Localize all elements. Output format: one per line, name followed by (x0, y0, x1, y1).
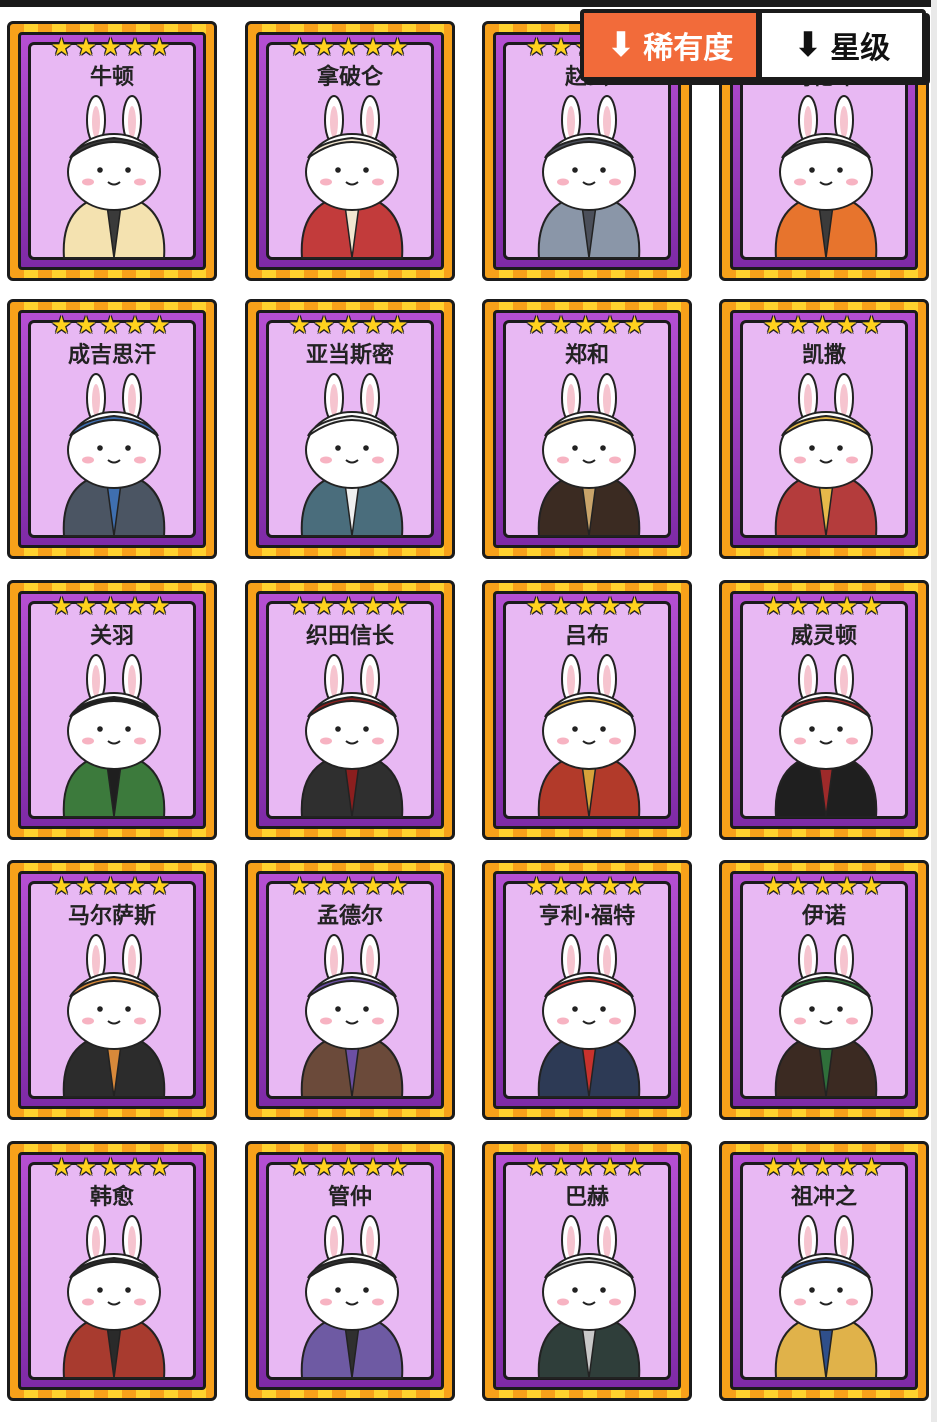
card-name: 伊诺 (801, 904, 846, 929)
sort-bar: ⬇ 稀有度 ⬇ 星级 (580, 9, 934, 83)
character-portrait (300, 1215, 404, 1379)
star-rating: ★★★★★ (50, 592, 174, 620)
character-portrait (537, 654, 641, 818)
character-card[interactable]: ★★★★★ 威灵顿 (719, 580, 929, 840)
star-rating: ★★★★★ (288, 311, 412, 339)
star-rating: ★★★★★ (525, 592, 649, 620)
character-portrait (62, 95, 166, 259)
character-card[interactable]: ★★★★★ 亨利·福特 (482, 860, 692, 1120)
character-portrait (537, 934, 641, 1098)
card-name: 亚当斯密 (305, 343, 394, 368)
star-rating: ★★★★★ (288, 592, 412, 620)
card-name: 牛顿 (89, 65, 134, 90)
character-portrait (300, 373, 404, 537)
arrow-down-icon: ⬇ (793, 25, 823, 65)
star-rating: ★★★★★ (525, 311, 649, 339)
card-name: 马尔萨斯 (67, 904, 156, 929)
character-portrait (300, 934, 404, 1098)
character-card[interactable]: ★★★★★ 孟德尔 (245, 860, 455, 1120)
card-name: 韩愈 (89, 1185, 134, 1210)
sort-star-button[interactable]: ⬇ 星级 (758, 9, 926, 81)
character-card[interactable]: ★★★★★ 成吉思汗 (7, 299, 217, 559)
character-portrait (300, 654, 404, 818)
character-portrait (774, 373, 878, 537)
character-portrait (774, 1215, 878, 1379)
character-card[interactable]: ★★★★★ 祖冲之 (719, 1141, 929, 1401)
card-name: 成吉思汗 (67, 343, 156, 368)
sort-star-label: 星级 (830, 31, 891, 66)
character-card[interactable]: ★★★★★ 巴赫 (482, 1141, 692, 1401)
star-rating: ★★★★★ (762, 1153, 886, 1181)
sort-rarity-label: 稀有度 (643, 31, 734, 66)
card-grid: ★★★★★牛顿★★★★★拿破仑★★★★★赵云★★★★★哥伦布★★★★★成吉思汗★… (0, 0, 937, 1422)
character-portrait (537, 373, 641, 537)
star-rating: ★★★★★ (50, 1153, 174, 1181)
star-rating: ★★★★★ (50, 311, 174, 339)
character-portrait (537, 95, 641, 259)
character-card[interactable]: ★★★★★ 亚当斯密 (245, 299, 455, 559)
character-portrait (62, 934, 166, 1098)
character-card[interactable]: ★★★★★ 韩愈 (7, 1141, 217, 1401)
card-name: 威灵顿 (790, 624, 857, 649)
character-card[interactable]: ★★★★★ 拿破仑 (245, 21, 455, 281)
card-name: 凯撒 (801, 343, 846, 368)
star-rating: ★★★★★ (762, 311, 886, 339)
star-rating: ★★★★★ (762, 592, 886, 620)
character-portrait (62, 373, 166, 537)
character-portrait (62, 654, 166, 818)
card-name: 祖冲之 (790, 1185, 857, 1210)
star-rating: ★★★★★ (50, 872, 174, 900)
character-card[interactable]: ★★★★★ 马尔萨斯 (7, 860, 217, 1120)
star-rating: ★★★★★ (762, 872, 886, 900)
character-card[interactable]: ★★★★★ 伊诺 (719, 860, 929, 1120)
character-portrait (300, 95, 404, 259)
card-name: 管仲 (327, 1185, 372, 1210)
character-portrait (774, 934, 878, 1098)
star-rating: ★★★★★ (525, 1153, 649, 1181)
character-card[interactable]: ★★★★★ 牛顿 (7, 21, 217, 281)
card-name: 郑和 (564, 343, 609, 368)
card-name: 亨利·福特 (538, 904, 636, 929)
character-card[interactable]: ★★★★★ 凯撒 (719, 299, 929, 559)
character-portrait (774, 95, 878, 259)
star-rating: ★★★★★ (288, 33, 412, 61)
card-name: 拿破仑 (316, 65, 383, 90)
character-card[interactable]: ★★★★★ 郑和 (482, 299, 692, 559)
character-portrait (62, 1215, 166, 1379)
character-card[interactable]: ★★★★★ 关羽 (7, 580, 217, 840)
star-rating: ★★★★★ (288, 1153, 412, 1181)
star-rating: ★★★★★ (525, 872, 649, 900)
star-rating: ★★★★★ (50, 33, 174, 61)
card-name: 关羽 (89, 624, 134, 649)
character-card[interactable]: ★★★★★ 织田信长 (245, 580, 455, 840)
character-card[interactable]: ★★★★★ 管仲 (245, 1141, 455, 1401)
star-rating: ★★★★★ (288, 872, 412, 900)
character-portrait (774, 654, 878, 818)
card-name: 织田信长 (305, 624, 394, 649)
card-name: 孟德尔 (316, 904, 383, 929)
sort-rarity-button[interactable]: ⬇ 稀有度 (580, 9, 760, 81)
character-portrait (537, 1215, 641, 1379)
character-card[interactable]: ★★★★★ 吕布 (482, 580, 692, 840)
arrow-down-icon: ⬇ (606, 25, 636, 65)
card-name: 吕布 (564, 624, 609, 649)
card-name: 巴赫 (564, 1185, 609, 1210)
